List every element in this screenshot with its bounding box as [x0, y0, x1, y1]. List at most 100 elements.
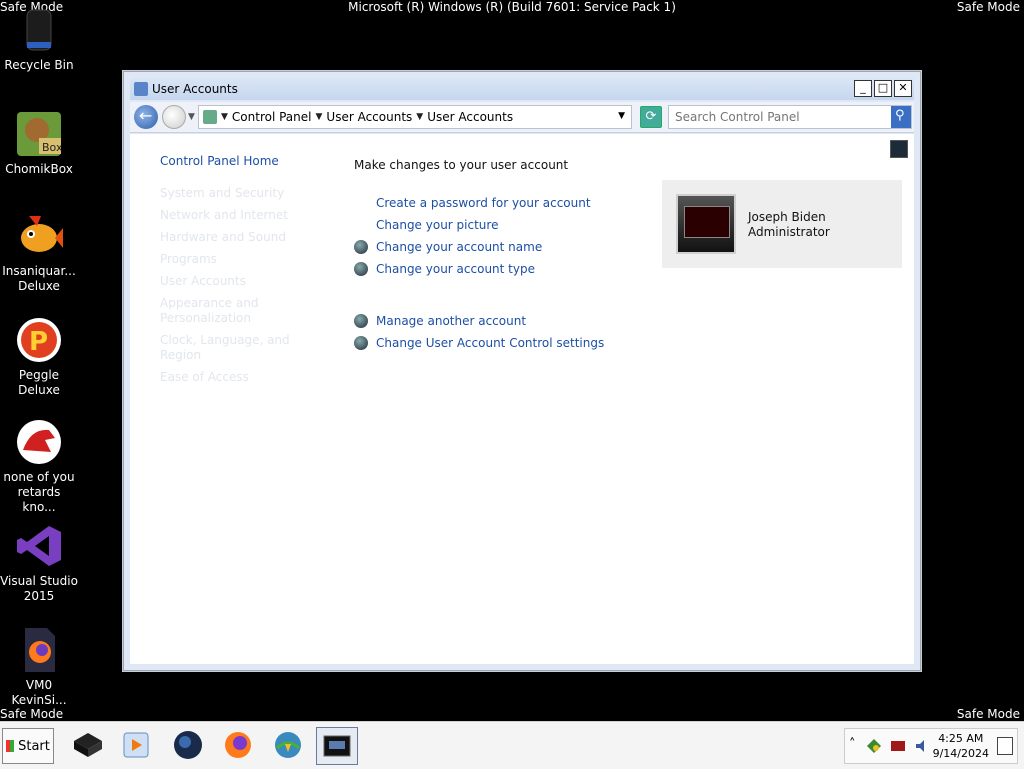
shield-icon [354, 336, 368, 350]
chomikbox-icon: Box [15, 110, 63, 158]
clock-date: 9/14/2024 [932, 747, 989, 760]
chevron-down-icon[interactable]: ▼ [221, 110, 228, 124]
search-input[interactable] [673, 109, 887, 125]
show-hidden-icons-icon[interactable]: ˄ [849, 737, 856, 752]
action-center-icon[interactable] [891, 739, 905, 753]
left-nav: Control Panel Home System and Security N… [160, 154, 330, 392]
nav-item-system-security[interactable]: System and Security [160, 186, 330, 201]
network-icon[interactable] [867, 739, 881, 753]
task-create-password[interactable]: Create a password for your account [354, 192, 654, 214]
nav-item-ease-of-access[interactable]: Ease of Access [160, 370, 330, 385]
clock-time: 4:25 AM [938, 732, 984, 745]
desktop-icon-label: Peggle Deluxe [18, 368, 60, 397]
chevron-down-icon[interactable]: ▼ [316, 110, 323, 124]
address-bar: ▼ ▼ Control Panel ▼ User Accounts ▼ User… [130, 102, 914, 133]
firefox-icon [225, 732, 251, 758]
shield-icon [354, 240, 368, 254]
desktop-icon-label: VM0 KevinSi... [11, 678, 67, 707]
desktop-icon-label: ChomikBox [5, 162, 73, 176]
address-dropdown-icon[interactable]: ▼ [618, 111, 625, 121]
show-desktop-button[interactable] [997, 737, 1013, 755]
nav-item-network-internet[interactable]: Network and Internet [160, 208, 330, 223]
os-build-title: Microsoft (R) Windows (R) (Build 7601: S… [348, 0, 676, 14]
globe-icon [174, 731, 202, 759]
firefox-file-icon [15, 626, 63, 674]
nav-item-user-accounts[interactable]: User Accounts [160, 274, 330, 289]
taskbar-globe[interactable] [168, 727, 208, 763]
task-change-account-type[interactable]: Change your account type [354, 258, 654, 280]
taskbar: Start ˄ 4:25 AM 9/14/2024 [0, 721, 1024, 769]
nav-item-hardware-sound[interactable]: Hardware and Sound [160, 230, 330, 245]
desktop-icon-label: Visual Studio 2015 [0, 574, 78, 603]
chevron-down-icon[interactable]: ▼ [416, 110, 423, 124]
computer-icon [74, 733, 102, 757]
svg-text:Box: Box [42, 141, 63, 154]
desktop-icon-peggle[interactable]: P Peggle Deluxe [0, 316, 78, 398]
safe-mode-label-bottom-left: Safe Mode [0, 707, 64, 721]
peggle-icon: P [15, 316, 63, 364]
desktop-icon-label: none of you retards kno... [3, 470, 75, 514]
desktop-icon-mystery-app[interactable]: none of you retards kno... [0, 418, 78, 515]
taskbar-control-panel[interactable] [316, 727, 358, 765]
help-icon[interactable] [890, 140, 908, 158]
nav-item-programs[interactable]: Programs [160, 252, 330, 267]
user-accounts-window: User Accounts _ □ ✕ ▼ ▼ Control Panel ▼ … [123, 71, 921, 671]
nav-item-clock-language[interactable]: Clock, Language, and Region [160, 333, 330, 363]
desktop-icon-label: Insaniquar... Deluxe [2, 264, 76, 293]
taskbar-download-manager[interactable] [268, 727, 308, 763]
taskbar-media-player[interactable] [116, 727, 156, 763]
recycle-bin-icon [15, 6, 63, 54]
svg-text:P: P [29, 327, 48, 357]
taskbar-explorer[interactable] [68, 727, 108, 763]
clock[interactable]: 4:25 AM 9/14/2024 [933, 731, 989, 761]
account-role: Administrator [748, 225, 830, 239]
media-player-icon [123, 732, 149, 758]
task-manage-another-account[interactable]: Manage another account [354, 310, 654, 332]
control-panel-home-link[interactable]: Control Panel Home [160, 154, 330, 168]
recent-pages-dropdown-icon[interactable]: ▼ [188, 112, 195, 122]
start-label: Start [18, 738, 50, 754]
user-accounts-icon [134, 82, 148, 96]
start-button[interactable]: Start [2, 728, 54, 764]
avatar [676, 194, 736, 254]
desktop-icon-recycle-bin[interactable]: Recycle Bin [0, 6, 78, 73]
content-area: Control Panel Home System and Security N… [130, 134, 914, 664]
breadcrumb-user-accounts[interactable]: User Accounts [326, 110, 412, 124]
control-panel-icon [323, 735, 351, 757]
volume-icon[interactable] [915, 739, 929, 753]
minimize-button[interactable]: _ [854, 80, 872, 97]
window-title: User Accounts [152, 82, 238, 96]
forward-button[interactable] [162, 105, 186, 129]
page-heading: Make changes to your user account [354, 158, 569, 172]
window-titlebar[interactable]: User Accounts _ □ ✕ [130, 78, 914, 100]
nav-item-appearance[interactable]: Appearance and Personalization [160, 296, 330, 326]
maximize-button[interactable]: □ [874, 80, 892, 97]
breadcrumb[interactable]: ▼ Control Panel ▼ User Accounts ▼ User A… [198, 105, 632, 129]
breadcrumb-user-accounts-current[interactable]: User Accounts [427, 110, 513, 124]
task-change-account-name[interactable]: Change your account name [354, 236, 654, 258]
visual-studio-icon [15, 522, 63, 570]
back-button[interactable] [134, 105, 158, 129]
desktop-icon-chomikbox[interactable]: Box ChomikBox [0, 110, 78, 177]
close-button[interactable]: ✕ [894, 80, 912, 97]
breadcrumb-control-panel[interactable]: Control Panel [232, 110, 312, 124]
control-panel-icon [203, 110, 217, 124]
desktop-icon-visual-studio[interactable]: Visual Studio 2015 [0, 522, 78, 604]
refresh-button[interactable]: ⟳ [640, 106, 662, 128]
shield-icon [354, 262, 368, 276]
download-globe-icon [275, 732, 301, 758]
fish-icon [15, 212, 63, 260]
safe-mode-label-bottom-right: Safe Mode [956, 707, 1020, 721]
desktop-icon-vm0[interactable]: VM0 KevinSi... [0, 626, 78, 708]
account-card: Joseph Biden Administrator [662, 180, 902, 268]
task-uac-settings[interactable]: Change User Account Control settings [354, 332, 654, 354]
system-tray: ˄ 4:25 AM 9/14/2024 [844, 728, 1018, 764]
search-box[interactable] [668, 105, 912, 129]
desktop-icon-label: Recycle Bin [4, 58, 74, 72]
taskbar-firefox[interactable] [218, 727, 258, 763]
red-dino-icon [15, 418, 63, 466]
search-icon[interactable] [891, 106, 911, 128]
task-change-picture[interactable]: Change your picture [354, 214, 654, 236]
windows-flag-icon [6, 740, 15, 752]
desktop-icon-insaniquarium[interactable]: Insaniquar... Deluxe [0, 212, 78, 294]
